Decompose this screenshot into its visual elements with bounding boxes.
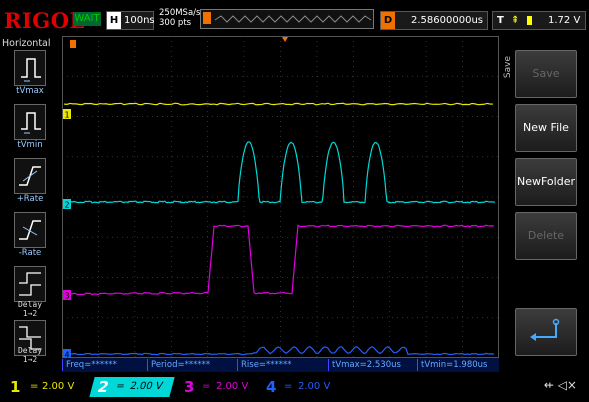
delay-fall-label: Delay 1→2 (17, 346, 43, 364)
sample-rate: 250MSa/s (159, 8, 201, 18)
trigger-edge-icon: ⇞ (511, 15, 520, 26)
measure-tvmax[interactable]: tVmax=2.530us (328, 359, 418, 371)
save-menu-panel: Save Save New File NewFolder Delete (501, 36, 589, 358)
new-folder-button[interactable]: NewFolder (515, 158, 577, 206)
ch1-number: 1 (10, 378, 21, 396)
sample-rate-readout: 250MSa/s 300 pts (159, 8, 200, 28)
horizontal-measure-panel: Horizontal tVmax tVmin +Rate -Rate Delay… (0, 36, 60, 364)
trigger-readout[interactable]: T ⇞ 1.72 V (492, 11, 586, 30)
ch3-waveform (63, 224, 495, 296)
delay-rise-button[interactable] (14, 266, 46, 302)
measure-freq[interactable]: Freq=****** (62, 359, 148, 371)
ch3-scale: 2.00 V (216, 381, 249, 392)
waveform-display[interactable]: 1 2 3 4 (62, 36, 499, 360)
h-label: H (107, 12, 121, 29)
measurement-bar: Freq=****** Period=****** Rise=****** tV… (62, 358, 499, 372)
timebase-value: 100ns (124, 15, 155, 26)
trigger-level-value: 1.72 V (548, 15, 581, 26)
ch2-coupling-icon: = (114, 381, 126, 392)
ch1-coupling-icon: = (30, 381, 39, 392)
ch2-number: 2 (95, 378, 111, 396)
delay-readout[interactable]: D 2.58600000us (380, 11, 488, 30)
rise-rate-icon (19, 166, 41, 186)
delay-value: 2.58600000us (411, 15, 483, 26)
memory-position-bar[interactable] (200, 9, 374, 29)
ch2-ground-marker-label: 2 (65, 201, 70, 210)
trigger-source-icon (527, 16, 532, 25)
status-icons: ⇷ ◁× (544, 378, 577, 392)
ch3-number: 3 (184, 378, 195, 396)
memory-waveform-overview (203, 12, 372, 24)
fall-rate-button[interactable] (14, 212, 46, 248)
tvmin-icon (21, 112, 41, 134)
channel-bar: 1 = 2.00 V 2 = 2.00 V 3 = 2.00 V 4 = 2.0… (0, 374, 589, 402)
usb-icon: ⇷ (543, 378, 554, 392)
ch1-ground-marker-label: 1 (65, 111, 70, 120)
ch1-status[interactable]: 1 = 2.00 V (8, 377, 83, 397)
return-button[interactable] (515, 308, 577, 356)
horizontal-timebase[interactable]: H 100ns (106, 11, 155, 30)
ch1-scale: 2.00 V (42, 381, 75, 392)
ch4-waveform (63, 345, 495, 356)
memory-depth: 300 pts (159, 18, 192, 28)
delete-button[interactable]: Delete (515, 212, 577, 260)
waveform-grid: 1 2 3 4 (62, 36, 499, 360)
top-status-bar: RIGOL WAIT H 100ns 250MSa/s 300 pts D 2.… (0, 0, 589, 36)
tvmin-label: tVmin (17, 140, 43, 150)
speaker-muted-icon: ◁× (557, 378, 577, 392)
fall-rate-icon (19, 220, 41, 240)
ch3-coupling-icon: = (202, 381, 211, 392)
ch2-status[interactable]: 2 = 2.00 V (89, 377, 175, 397)
delay-rise-icon (19, 272, 41, 296)
new-file-button[interactable]: New File (515, 104, 577, 152)
tvmax-icon (21, 58, 41, 82)
tvmin-button[interactable] (14, 104, 46, 140)
ch2-scale: 2.00 V (128, 381, 164, 392)
panel-title: Horizontal (2, 38, 51, 49)
measure-period[interactable]: Period=****** (147, 359, 239, 371)
d-label: D (381, 12, 395, 29)
delay-rise-label: Delay 1→2 (17, 300, 43, 318)
ch4-ground-marker-label: 4 (65, 351, 70, 359)
fall-rate-label: -Rate (18, 248, 42, 258)
ch3-ground-marker-label: 3 (65, 292, 70, 301)
save-button[interactable]: Save (515, 50, 577, 98)
tvmax-label: tVmax (16, 86, 44, 96)
measure-tvmin[interactable]: tVmin=1.980us (417, 359, 501, 371)
ch1-waveform (63, 102, 494, 106)
memory-start-marker (70, 40, 76, 48)
ch4-status[interactable]: 4 = 2.00 V (262, 377, 340, 397)
rise-rate-button[interactable] (14, 158, 46, 194)
measure-rise[interactable]: Rise=****** (237, 359, 329, 371)
ch4-number: 4 (266, 378, 277, 396)
t-label: T (497, 15, 504, 26)
rise-rate-label: +Rate (16, 194, 44, 204)
menu-title: Save (503, 56, 513, 79)
ch2-waveform (63, 141, 496, 204)
tvmax-button[interactable] (14, 50, 46, 86)
ch3-status[interactable]: 3 = 2.00 V (180, 377, 260, 397)
return-icon (530, 318, 560, 341)
ch4-scale: 2.00 V (298, 381, 331, 392)
trigger-position-marker (282, 37, 288, 42)
ch4-coupling-icon: = (284, 381, 293, 392)
trigger-status-badge: WAIT (73, 12, 101, 26)
